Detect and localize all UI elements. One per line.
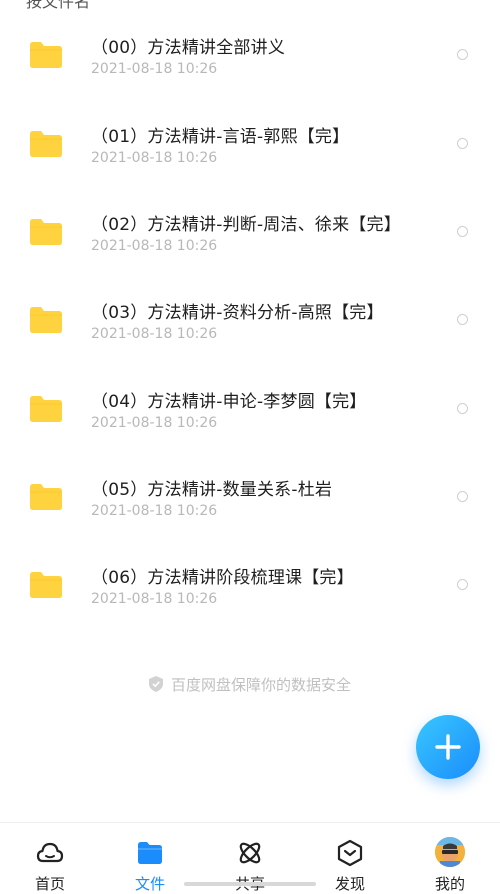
shield-icon (148, 676, 163, 692)
folder-icon (30, 484, 62, 510)
folder-icon (30, 307, 62, 333)
select-checkbox[interactable] (457, 49, 468, 60)
file-date: 2021-08-18 10:26 (91, 326, 218, 342)
tab-label: 首页 (34, 875, 65, 893)
avatar (435, 837, 465, 867)
plus-icon (435, 734, 461, 760)
folder-icon (30, 42, 62, 68)
file-item[interactable]: （05）方法精讲-数量关系-杜岩 2021-08-18 10:26 (0, 442, 500, 530)
select-checkbox[interactable] (457, 491, 468, 502)
add-button[interactable] (416, 715, 480, 779)
security-note-text: 百度网盘保障你的数据安全 (170, 676, 351, 694)
file-date: 2021-08-18 10:26 (91, 591, 218, 607)
file-name: （06）方法精讲阶段梳理课【完】 (91, 568, 354, 588)
file-item[interactable]: （00）方法精讲全部讲义 2021-08-18 10:26 (0, 0, 500, 88)
file-item[interactable]: （06）方法精讲阶段梳理课【完】 2021-08-18 10:26 (0, 530, 500, 618)
folder-icon (30, 572, 62, 598)
tab-home[interactable]: 首页 (0, 823, 100, 894)
folder-icon (30, 396, 62, 422)
file-name: （04）方法精讲-申论-李梦圆【完】 (91, 392, 367, 412)
file-item[interactable]: （01）方法精讲-言语-郭熙【完】 2021-08-18 10:26 (0, 89, 500, 177)
file-name: （05）方法精讲-数量关系-杜岩 (91, 480, 333, 500)
select-checkbox[interactable] (457, 314, 468, 325)
file-item[interactable]: （04）方法精讲-申论-李梦圆【完】 2021-08-18 10:26 (0, 354, 500, 442)
folder-icon (30, 131, 62, 157)
share-icon (239, 842, 261, 864)
file-name: （02）方法精讲-判断-周洁、徐来【完】 (91, 215, 401, 235)
folder-icon (138, 842, 162, 864)
folder-icon (30, 219, 62, 245)
select-checkbox[interactable] (457, 403, 468, 414)
security-note: 百度网盘保障你的数据安全 (0, 674, 500, 695)
select-checkbox[interactable] (457, 579, 468, 590)
select-checkbox[interactable] (457, 226, 468, 237)
tab-label: 我的 (434, 875, 465, 893)
home-indicator (184, 882, 316, 886)
cloud-icon (36, 842, 64, 863)
select-checkbox[interactable] (457, 138, 468, 149)
file-date: 2021-08-18 10:26 (91, 238, 218, 254)
file-date: 2021-08-18 10:26 (91, 61, 218, 77)
file-item[interactable]: （03）方法精讲-资料分析-高照【完】 2021-08-18 10:26 (0, 265, 500, 353)
file-name: （03）方法精讲-资料分析-高照【完】 (91, 303, 384, 323)
file-date: 2021-08-18 10:26 (91, 503, 218, 519)
discover-icon (337, 839, 363, 867)
file-date: 2021-08-18 10:26 (91, 150, 218, 166)
file-name: （01）方法精讲-言语-郭熙【完】 (91, 127, 350, 147)
file-date: 2021-08-18 10:26 (91, 415, 218, 431)
file-name: （00）方法精讲全部讲义 (91, 38, 286, 58)
tab-profile[interactable]: 我的 (400, 823, 500, 894)
file-item[interactable]: （02）方法精讲-判断-周洁、徐来【完】 2021-08-18 10:26 (0, 177, 500, 265)
